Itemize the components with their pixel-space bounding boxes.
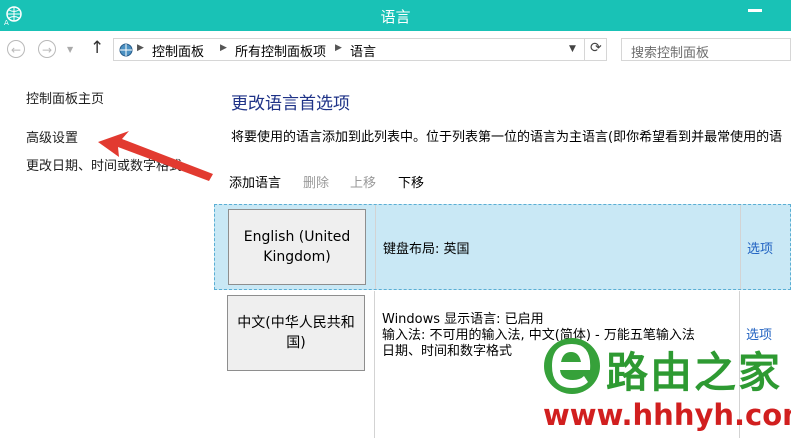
breadcrumb-language[interactable]: 语言 — [350, 41, 376, 60]
language-tile-english[interactable]: English (United Kingdom) — [228, 209, 366, 285]
breadcrumb-separator-icon[interactable]: ▶ — [220, 43, 227, 53]
sidebar-item-date-time-format[interactable]: 更改日期、时间或数字格式 — [26, 155, 182, 174]
control-panel-icon — [119, 43, 133, 57]
options-link[interactable]: 选项 — [747, 238, 773, 257]
breadcrumb-all-items[interactable]: 所有控制面板项 — [235, 41, 326, 60]
minimize-button[interactable] — [748, 9, 762, 12]
search-placeholder: 搜索控制面板 — [631, 46, 710, 61]
divider — [374, 291, 375, 438]
divider — [740, 205, 741, 289]
watermark-name: 路由之家 — [606, 348, 783, 397]
window-title: 语言 — [380, 8, 411, 26]
watermark-url: www.hhhyh.com — [543, 398, 791, 432]
move-up-button[interactable]: 上移 — [350, 172, 376, 191]
sidebar-item-home[interactable]: 控制面板主页 — [26, 88, 104, 107]
page-title: 更改语言首选项 — [231, 94, 350, 114]
breadcrumb-separator-icon: ▶ — [137, 43, 144, 53]
e-logo-icon — [544, 338, 600, 394]
language-detail: 日期、时间和数字格式 — [382, 344, 513, 359]
language-toolbar: 添加语言 删除 上移 下移 — [214, 166, 791, 196]
address-bar: ← → ▼ ↑ ▶ 控制面板 ▶ 所有控制面板项 ▶ 语言 ▼ ⟳ 搜索控制面板 — [0, 31, 791, 67]
add-language-button[interactable]: 添加语言 — [229, 172, 281, 191]
divider — [584, 39, 585, 60]
language-row-english[interactable]: English (United Kingdom) 键盘布局: 英国 选项 — [214, 204, 791, 290]
chevron-down-icon[interactable]: ▼ — [67, 45, 73, 54]
language-tile-chinese[interactable]: 中文(中华人民共和国) — [227, 295, 365, 371]
chevron-down-icon[interactable]: ▼ — [569, 44, 576, 54]
breadcrumb-control-panel[interactable]: 控制面板 — [152, 41, 204, 60]
refresh-icon[interactable]: ⟳ — [590, 40, 602, 56]
forward-arrow-icon[interactable]: → — [38, 40, 56, 58]
remove-button[interactable]: 删除 — [303, 172, 329, 191]
move-down-button[interactable]: 下移 — [398, 172, 424, 191]
title-bar: A 语言 — [0, 0, 791, 31]
address-field[interactable]: ▶ 控制面板 ▶ 所有控制面板项 ▶ 语言 ▼ ⟳ — [113, 38, 607, 61]
divider — [375, 205, 376, 289]
back-arrow-icon[interactable]: ← — [7, 40, 25, 58]
breadcrumb-separator-icon[interactable]: ▶ — [335, 43, 342, 53]
language-detail: 键盘布局: 英国 — [383, 242, 470, 257]
up-arrow-icon[interactable]: ↑ — [90, 38, 104, 58]
sidebar-item-advanced-settings[interactable]: 高级设置 — [26, 127, 78, 146]
page-description: 将要使用的语言添加到此列表中。位于列表第一位的语言为主语言(即你希望看到并最常使… — [231, 130, 783, 145]
search-input[interactable]: 搜索控制面板 — [621, 38, 791, 61]
